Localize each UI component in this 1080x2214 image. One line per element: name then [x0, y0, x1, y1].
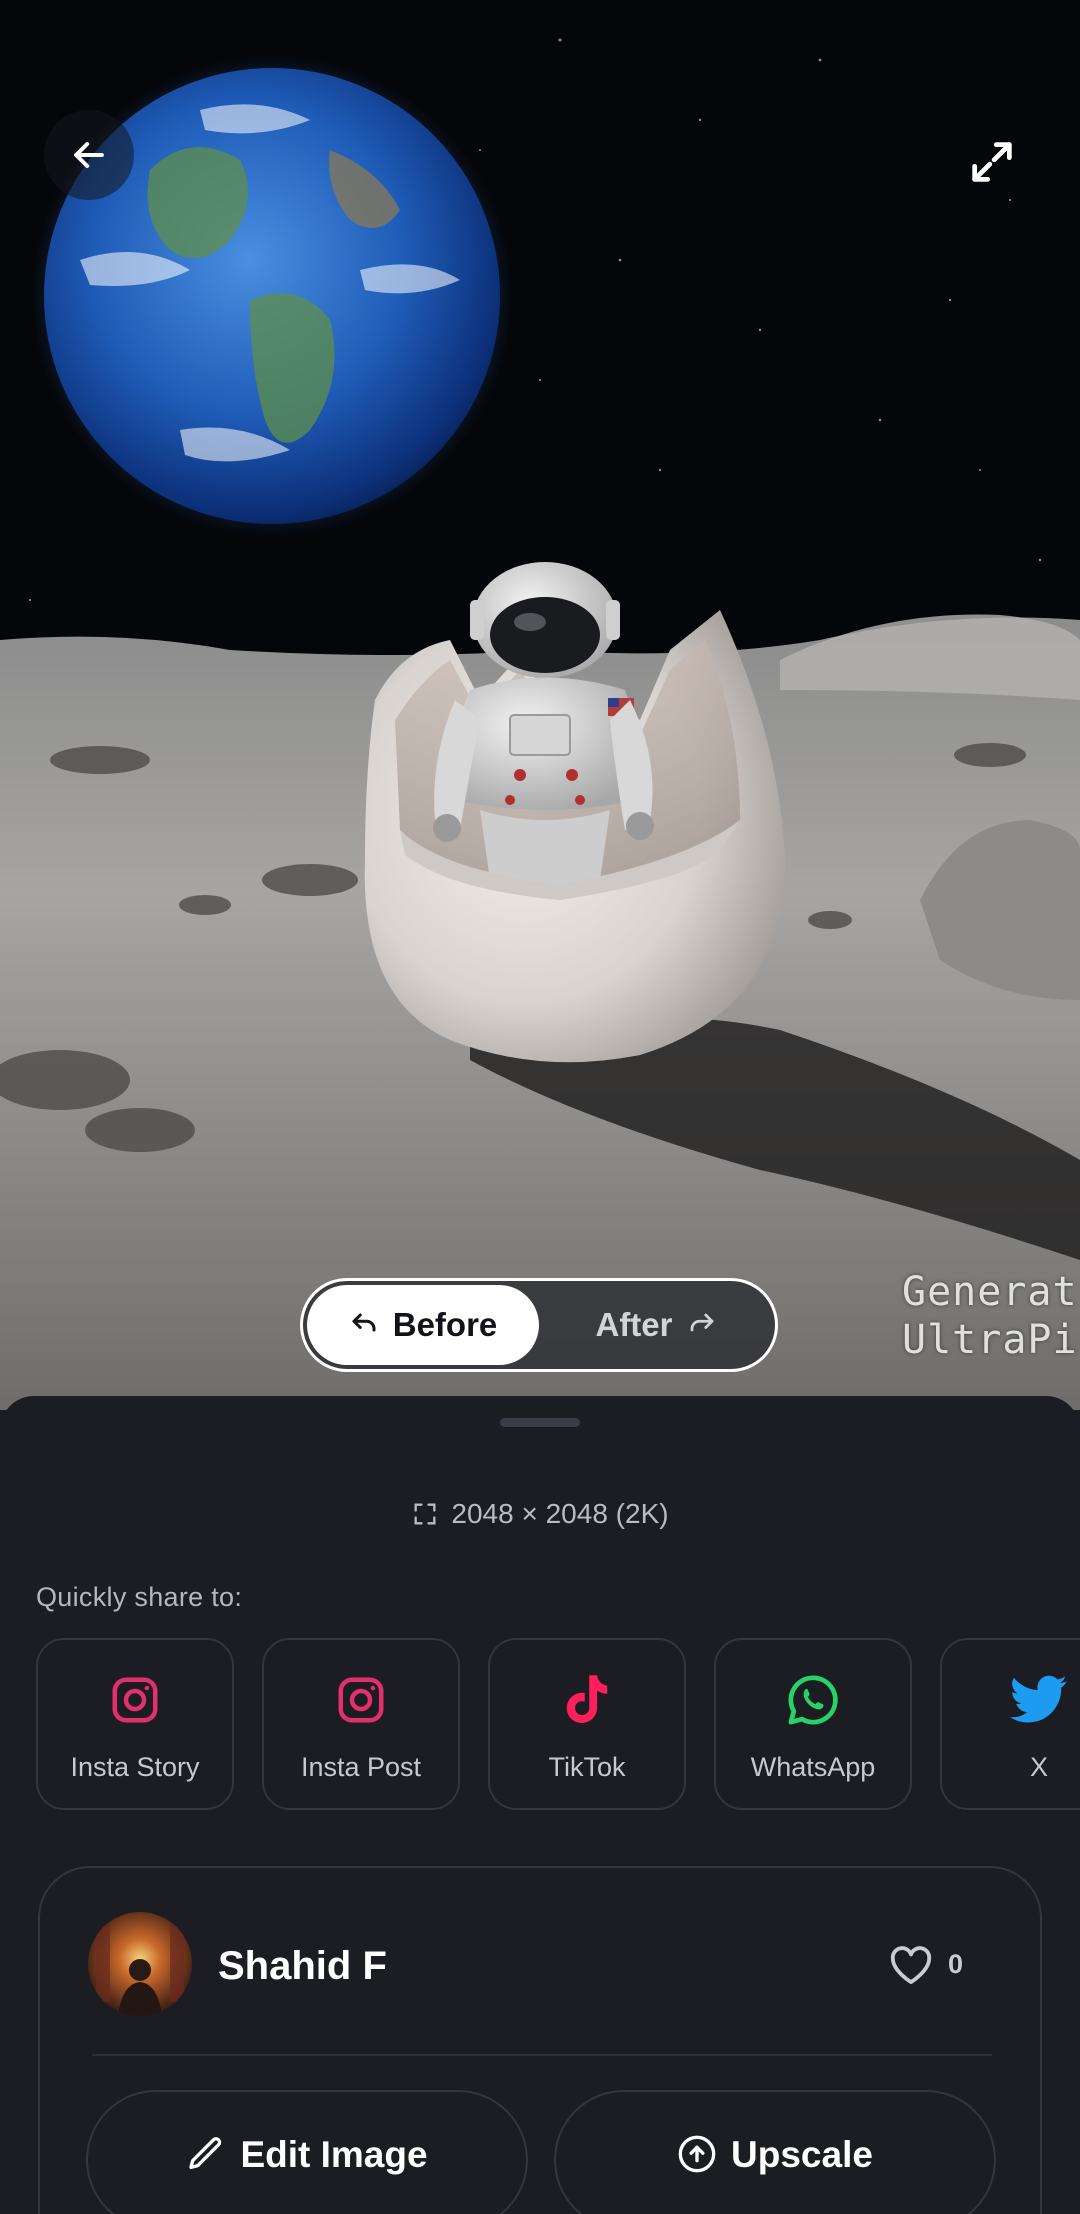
generated-image[interactable]: Before After Generat UltraPi [0, 0, 1080, 1410]
share-section-label: Quickly share to: [36, 1582, 243, 1612]
author-card: Shahid F 0 Edit Image Upscale [38, 1866, 1042, 2214]
pencil-icon [189, 2137, 222, 2169]
avatar-image [88, 1912, 192, 2016]
before-label: Before [392, 1306, 498, 1343]
like-button[interactable]: 0 [888, 1936, 963, 1992]
twitter-bird-icon [1010, 1675, 1067, 1723]
redo-icon [690, 1313, 713, 1332]
share-label-text: Insta Story [70, 1752, 200, 1782]
details-sheet: 2048 × 2048 (2K) Quickly share to: Insta… [0, 1396, 1080, 2214]
avatar[interactable] [88, 1912, 192, 2016]
edit-image-label: Edit Image [240, 2134, 428, 2175]
author-name[interactable]: Shahid F [218, 1944, 387, 1989]
edit-image-button[interactable]: Edit Image [86, 2090, 528, 2214]
heart-icon [890, 1946, 932, 1985]
divider [92, 2054, 992, 2056]
upscale-button[interactable]: Upscale [554, 2090, 996, 2214]
share-tiktok[interactable]: TikTok [488, 1638, 686, 1810]
resolution-info: 2048 × 2048 (2K) [0, 1494, 1080, 1534]
back-button[interactable] [44, 110, 134, 200]
watermark-text: Generat UltraPi [902, 1269, 1078, 1363]
instagram-icon [112, 1677, 158, 1723]
instagram-icon [338, 1677, 384, 1723]
after-label: After [595, 1306, 673, 1343]
share-x[interactable]: X [940, 1638, 1080, 1810]
upscale-label: Upscale [731, 2134, 873, 2175]
fullscreen-button[interactable] [955, 125, 1029, 199]
before-option[interactable]: Before [307, 1285, 539, 1365]
tiktok-icon [566, 1675, 608, 1723]
share-label-text: X [1029, 1752, 1048, 1782]
share-label-text: Insta Post [300, 1752, 422, 1782]
sheet-drag-handle[interactable] [500, 1418, 580, 1427]
share-label-text: TikTok [548, 1752, 626, 1782]
arrow-up-circle-icon [678, 2135, 716, 2173]
astronaut-egg-moon-scene [0, 0, 1080, 1410]
share-targets-row: Insta Story Insta Post TikTok WhatsApp X [36, 1638, 1080, 1814]
before-after-toggle[interactable]: Before After [300, 1278, 778, 1372]
whatsapp-icon [788, 1675, 838, 1725]
expand-arrows-icon [972, 142, 1012, 182]
resolution-text: 2048 × 2048 (2K) [451, 1498, 669, 1529]
share-insta-post[interactable]: Insta Post [262, 1638, 460, 1810]
like-count: 0 [948, 1948, 964, 1979]
share-whatsapp[interactable]: WhatsApp [714, 1638, 912, 1810]
undo-icon [352, 1313, 376, 1332]
share-insta-story[interactable]: Insta Story [36, 1638, 234, 1810]
crop-frame-icon [414, 1503, 436, 1525]
after-option[interactable]: After [539, 1285, 773, 1365]
arrow-left-icon [74, 141, 104, 169]
share-label-text: WhatsApp [750, 1752, 876, 1782]
